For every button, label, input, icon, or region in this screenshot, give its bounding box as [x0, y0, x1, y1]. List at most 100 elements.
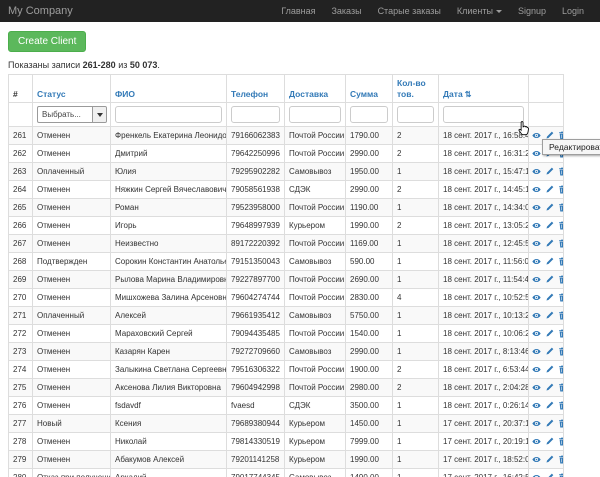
sort-phone-link[interactable]: Телефон: [231, 89, 268, 99]
view-button[interactable]: [532, 401, 541, 410]
delete-button[interactable]: [558, 257, 563, 266]
delete-button[interactable]: [558, 329, 563, 338]
sort-sum-link[interactable]: Сумма: [350, 89, 378, 99]
create-client-button[interactable]: Create Client: [8, 31, 86, 52]
cell-row-number: 268: [9, 253, 33, 271]
delete-button[interactable]: [558, 401, 563, 410]
delete-button[interactable]: [558, 221, 563, 230]
edit-button[interactable]: [545, 275, 554, 284]
nav-item-home[interactable]: Главная: [273, 6, 323, 16]
delete-button[interactable]: [558, 311, 563, 320]
edit-button[interactable]: [545, 473, 554, 477]
edit-button[interactable]: [545, 455, 554, 464]
delete-button[interactable]: [558, 185, 563, 194]
view-button[interactable]: [532, 365, 541, 374]
filter-delivery-cell: [285, 103, 346, 127]
view-button[interactable]: [532, 275, 541, 284]
view-button[interactable]: [532, 257, 541, 266]
edit-button[interactable]: [545, 437, 554, 446]
nav-item-signup[interactable]: Signup: [510, 6, 554, 16]
delete-button[interactable]: [558, 293, 563, 302]
edit-button[interactable]: [545, 383, 554, 392]
view-button[interactable]: [532, 131, 541, 140]
trash-icon: [558, 329, 563, 338]
edit-button[interactable]: [545, 257, 554, 266]
phone-filter-input[interactable]: [231, 106, 280, 123]
edit-button[interactable]: [545, 347, 554, 356]
view-button[interactable]: [532, 149, 541, 158]
cell-name: Мараховский Сергей: [111, 325, 227, 343]
edit-button[interactable]: [545, 167, 554, 176]
delete-button[interactable]: [558, 239, 563, 248]
trash-icon: [558, 383, 563, 392]
nav-item-login[interactable]: Login: [554, 6, 592, 16]
view-button[interactable]: [532, 455, 541, 464]
name-filter-input[interactable]: [115, 106, 222, 123]
view-button[interactable]: [532, 419, 541, 428]
view-button[interactable]: [532, 473, 541, 477]
delete-button[interactable]: [558, 365, 563, 374]
delete-button[interactable]: [558, 203, 563, 212]
edit-button[interactable]: [545, 311, 554, 320]
cell-date: 18 сент. 2017 г., 14:34:04: [439, 199, 529, 217]
cell-sum: 1190.00: [346, 199, 393, 217]
cell-qty: 1: [393, 397, 439, 415]
sort-name-link[interactable]: ФИО: [115, 89, 135, 99]
delete-button[interactable]: [558, 437, 563, 446]
view-button[interactable]: [532, 167, 541, 176]
sort-status-link[interactable]: Статус: [37, 89, 66, 99]
delete-button[interactable]: [558, 383, 563, 392]
edit-button[interactable]: [545, 419, 554, 428]
view-button[interactable]: [532, 311, 541, 320]
delete-button[interactable]: [558, 419, 563, 428]
sort-date-link[interactable]: Дата⇅: [443, 89, 471, 99]
delete-button[interactable]: [558, 455, 563, 464]
edit-button[interactable]: [545, 203, 554, 212]
view-button[interactable]: [532, 437, 541, 446]
brand-link[interactable]: My Company: [8, 5, 73, 17]
select-dropdown-button[interactable]: [92, 107, 106, 122]
delete-button[interactable]: [558, 347, 563, 356]
sort-delivery-link[interactable]: Доставка: [289, 89, 328, 99]
date-filter-input[interactable]: [443, 106, 524, 123]
cell-name: Дмитрий: [111, 145, 227, 163]
nav-item-clients-dropdown[interactable]: Клиенты: [449, 6, 510, 16]
trash-icon: [558, 365, 563, 374]
qty-filter-input[interactable]: [397, 106, 434, 123]
status-filter-select[interactable]: Выбрать...: [37, 106, 107, 123]
view-button[interactable]: [532, 293, 541, 302]
edit-button[interactable]: [545, 401, 554, 410]
summary-middle: из: [116, 60, 130, 70]
nav-item-orders[interactable]: Заказы: [323, 6, 369, 16]
edit-button[interactable]: [545, 329, 554, 338]
edit-button[interactable]: [545, 221, 554, 230]
pencil-icon: [545, 329, 554, 338]
delete-button[interactable]: [558, 473, 563, 477]
edit-button[interactable]: [545, 293, 554, 302]
edit-button[interactable]: [545, 185, 554, 194]
delivery-filter-input[interactable]: [289, 106, 341, 123]
delete-button[interactable]: [558, 167, 563, 176]
view-button[interactable]: [532, 203, 541, 212]
cell-delivery: Почтой России: [285, 127, 346, 145]
view-button[interactable]: [532, 329, 541, 338]
cell-date: 18 сент. 2017 г., 11:54:43: [439, 271, 529, 289]
sort-qty-link[interactable]: Кол-во тов.: [397, 78, 426, 99]
view-button[interactable]: [532, 347, 541, 356]
delete-button[interactable]: [558, 275, 563, 284]
pencil-icon: [545, 239, 554, 248]
cell-phone: 79814330519: [227, 433, 285, 451]
edit-button[interactable]: [545, 365, 554, 374]
sum-filter-input[interactable]: [350, 106, 388, 123]
view-button[interactable]: [532, 221, 541, 230]
cell-actions: [529, 433, 564, 451]
nav-item-old-orders[interactable]: Старые заказы: [370, 6, 449, 16]
view-button[interactable]: [532, 383, 541, 392]
cell-phone: 79689380944: [227, 415, 285, 433]
view-button[interactable]: [532, 185, 541, 194]
edit-button[interactable]: [545, 239, 554, 248]
view-button[interactable]: [532, 239, 541, 248]
cell-delivery: Самовывоз: [285, 307, 346, 325]
table-row: 272 Отменен Мараховский Сергей 790944354…: [9, 325, 564, 343]
eye-icon: [532, 383, 541, 392]
